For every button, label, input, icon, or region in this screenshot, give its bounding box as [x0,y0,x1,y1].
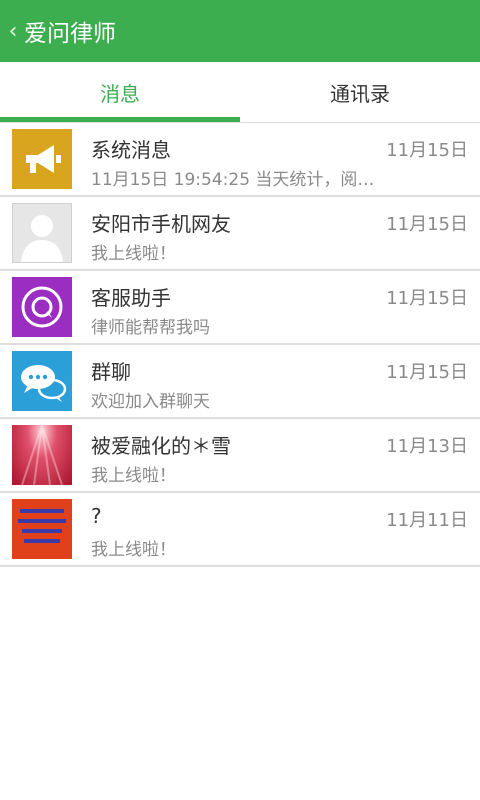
tab-bar: 消息 通讯录 [0,62,480,122]
conversation-time: 11月15日 [386,362,468,383]
conversation-name: 群聊 [91,360,131,384]
conversation-list: 系统消息 11月15日 11月15日 19:54:25 当天统计，阅… 安阳市手… [0,123,480,567]
conversation-name: 客服助手 [91,286,171,310]
conversation-item[interactable]: 系统消息 11月15日 11月15日 19:54:25 当天统计，阅… [0,123,480,197]
conversation-time: 11月15日 [386,288,468,309]
conversation-name: 系统消息 [91,138,171,162]
red-curtain-photo [12,425,72,485]
group-chat-icon [12,351,72,411]
conversation-time: 11月15日 [386,214,468,235]
tab-contacts[interactable]: 通讯录 [240,62,480,122]
conversation-item[interactable]: 被爱融化的＊雪 11月13日 我上线啦！ [0,419,480,493]
conversation-preview: 11月15日 19:54:25 当天统计，阅… [91,170,375,190]
conversation-item[interactable]: 安阳市手机网友 11月15日 我上线啦！ [0,197,480,271]
conversation-time: 11月15日 [386,140,468,161]
conversation-item[interactable]: ? 11月11日 我上线啦！ [0,493,480,567]
conversation-name: 被爱融化的＊雪 [91,434,231,458]
conversation-time: 11月13日 [386,436,468,457]
default-user-avatar [12,203,72,263]
conversation-item[interactable]: 群聊 11月15日 欢迎加入群聊天 [0,345,480,419]
conversation-preview: 我上线啦！ [91,540,176,560]
conversation-name: ? [91,504,102,528]
conversation-preview: 我上线啦！ [91,244,176,264]
tab-messages[interactable]: 消息 [0,62,240,122]
conversation-item[interactable]: 客服助手 11月15日 律师能帮帮我吗 [0,271,480,345]
conversation-preview: 欢迎加入群聊天 [91,392,210,412]
text-image-avatar [12,499,72,559]
app-title: 爱问律师 [24,21,116,47]
top-bar: ‹ 爱问律师 [0,0,480,62]
support-chat-icon [12,277,72,337]
chevron-left-icon[interactable]: ‹ [2,0,24,62]
megaphone-icon [12,129,72,189]
conversation-preview: 我上线啦！ [91,466,176,486]
conversation-name: 安阳市手机网友 [91,212,231,236]
conversation-preview: 律师能帮帮我吗 [91,318,210,338]
conversation-time: 11月11日 [386,510,468,531]
